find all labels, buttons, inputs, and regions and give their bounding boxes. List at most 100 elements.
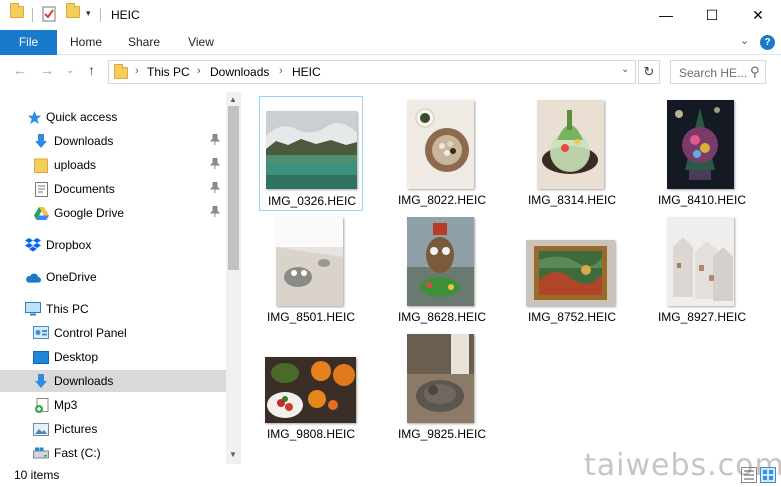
file-name: IMG_9825.HEIC bbox=[397, 427, 487, 441]
back-button[interactable]: ← bbox=[13, 62, 27, 78]
address-bar[interactable]: › This PC › Downloads › HEIC ⌄ bbox=[108, 60, 636, 84]
pin-icon[interactable] bbox=[209, 181, 221, 196]
breadcrumb-separator: › bbox=[197, 65, 201, 77]
ribbon-tabs: File Home Share View ⌄ ? bbox=[0, 30, 781, 55]
file-thumbnail bbox=[266, 111, 357, 189]
file-thumbnail bbox=[537, 100, 604, 189]
sidebar-item-label: Fast (C:) bbox=[54, 446, 101, 460]
sidebar-item-mp3[interactable]: Mp3 bbox=[0, 394, 226, 416]
folder-icon bbox=[33, 157, 49, 173]
tab-share[interactable]: Share bbox=[120, 30, 168, 55]
file-name: IMG_8410.HEIC bbox=[657, 193, 747, 207]
tab-home[interactable]: Home bbox=[62, 30, 110, 55]
sidebar-item-label: Dropbox bbox=[46, 238, 92, 252]
sidebar-item-downloads-pinned[interactable]: Downloads bbox=[0, 130, 226, 152]
pin-icon[interactable] bbox=[209, 157, 221, 172]
file-item[interactable]: IMG_8628.HEIC bbox=[390, 213, 494, 328]
breadcrumb-downloads[interactable]: Downloads bbox=[210, 65, 269, 79]
file-thumbnail bbox=[667, 100, 734, 189]
up-button[interactable]: ↑ bbox=[88, 62, 95, 78]
file-item[interactable]: IMG_8752.HEIC bbox=[520, 213, 624, 328]
download-arrow-icon bbox=[33, 373, 49, 389]
pin-icon[interactable] bbox=[209, 205, 221, 220]
breadcrumb-separator: › bbox=[279, 65, 283, 77]
help-icon[interactable]: ? bbox=[760, 35, 775, 50]
sidebar-item-downloads[interactable]: Downloads bbox=[0, 370, 226, 392]
refresh-button[interactable]: ↻ bbox=[638, 60, 660, 84]
cloud-icon bbox=[25, 269, 41, 285]
sidebar-item-this-pc[interactable]: This PC bbox=[0, 298, 226, 320]
recent-locations-button[interactable]: ⌄ bbox=[66, 65, 74, 76]
sidebar-item-pictures[interactable]: Pictures bbox=[0, 418, 226, 440]
details-view-icon[interactable] bbox=[741, 467, 757, 483]
control-panel-icon bbox=[33, 325, 49, 341]
sidebar-item-uploads[interactable]: uploads bbox=[0, 154, 226, 176]
sidebar-item-dropbox[interactable]: Dropbox bbox=[0, 234, 226, 256]
customize-toolbar-icon[interactable]: ▾ bbox=[86, 8, 91, 19]
file-list: IMG_0326.HEIC IMG_8022.HEIC IMG_8314.HEI… bbox=[243, 92, 781, 464]
file-item[interactable]: IMG_9825.HEIC bbox=[390, 330, 494, 445]
sidebar-item-label: Google Drive bbox=[54, 206, 125, 220]
folder-icon[interactable] bbox=[10, 3, 24, 18]
file-item[interactable]: IMG_8501.HEIC bbox=[259, 213, 363, 328]
breadcrumb-heic[interactable]: HEIC bbox=[292, 65, 321, 79]
breadcrumb-separator: › bbox=[135, 65, 139, 77]
file-name: IMG_0326.HEIC bbox=[267, 194, 357, 208]
drive-icon bbox=[33, 445, 49, 461]
breadcrumb-this-pc[interactable]: This PC bbox=[147, 65, 190, 79]
file-thumbnail bbox=[407, 100, 474, 189]
sidebar-item-quick-access[interactable]: Quick access bbox=[0, 106, 226, 128]
sidebar-item-label: Pictures bbox=[54, 422, 98, 436]
chevron-down-icon[interactable]: ⌄ bbox=[740, 34, 749, 47]
file-item[interactable]: IMG_8927.HEIC bbox=[650, 213, 754, 328]
title-bar: ▾ HEIC — ☐ ✕ bbox=[0, 0, 781, 30]
folder-icon bbox=[114, 64, 128, 79]
download-arrow-icon bbox=[33, 133, 49, 149]
sidebar-scrollbar[interactable]: ▲ ▼ bbox=[226, 92, 241, 464]
properties-icon[interactable] bbox=[42, 6, 56, 22]
scrollbar-thumb[interactable] bbox=[228, 106, 239, 270]
file-name: IMG_8501.HEIC bbox=[266, 310, 356, 324]
file-item[interactable]: IMG_8314.HEIC bbox=[520, 96, 624, 211]
file-item[interactable]: IMG_8022.HEIC bbox=[390, 96, 494, 211]
navigation-pane: Quick access Downloads uploads Documents bbox=[0, 92, 226, 464]
sidebar-item-desktop[interactable]: Desktop bbox=[0, 346, 226, 368]
search-input[interactable]: Search HE... ⚲ bbox=[670, 60, 766, 84]
chevron-down-icon[interactable]: ⌄ bbox=[621, 64, 629, 75]
tab-file[interactable]: File bbox=[0, 30, 57, 55]
tab-view[interactable]: View bbox=[177, 30, 225, 55]
file-thumbnail bbox=[526, 240, 615, 306]
scroll-up-arrow[interactable]: ▲ bbox=[229, 95, 237, 104]
sidebar-item-label: This PC bbox=[46, 302, 89, 316]
file-thumbnail bbox=[407, 334, 474, 423]
item-count: 10 items bbox=[14, 468, 60, 482]
navigation-bar: ← → ⌄ ↑ › This PC › Downloads › HEIC ⌄ ↻… bbox=[0, 56, 781, 88]
dropbox-icon bbox=[25, 237, 41, 253]
sidebar-item-fast-c[interactable]: Fast (C:) bbox=[0, 442, 226, 464]
sidebar-item-label: OneDrive bbox=[46, 270, 97, 284]
minimize-button[interactable]: — bbox=[643, 0, 689, 30]
maximize-button[interactable]: ☐ bbox=[689, 0, 735, 30]
sidebar-item-documents[interactable]: Documents bbox=[0, 178, 226, 200]
sidebar-item-control-panel[interactable]: Control Panel bbox=[0, 322, 226, 344]
music-icon bbox=[33, 397, 49, 413]
scroll-down-arrow[interactable]: ▼ bbox=[229, 450, 237, 459]
file-thumbnail bbox=[276, 217, 343, 306]
toolbar-divider bbox=[32, 8, 33, 22]
sidebar-item-onedrive[interactable]: OneDrive bbox=[0, 266, 226, 288]
file-item[interactable]: IMG_8410.HEIC bbox=[650, 96, 754, 211]
large-icons-view-icon[interactable] bbox=[760, 467, 776, 483]
sidebar-item-google-drive[interactable]: Google Drive bbox=[0, 202, 226, 224]
file-name: IMG_8022.HEIC bbox=[397, 193, 487, 207]
google-drive-icon bbox=[33, 205, 49, 221]
document-icon bbox=[33, 181, 49, 197]
file-thumbnail bbox=[667, 217, 734, 306]
monitor-icon bbox=[25, 301, 41, 317]
forward-button[interactable]: → bbox=[40, 62, 54, 78]
file-item[interactable]: IMG_0326.HEIC bbox=[259, 96, 363, 211]
file-item[interactable]: IMG_9808.HEIC bbox=[259, 330, 363, 445]
new-folder-icon[interactable] bbox=[66, 3, 80, 18]
close-button[interactable]: ✕ bbox=[735, 0, 781, 30]
file-thumbnail bbox=[407, 217, 474, 306]
pin-icon[interactable] bbox=[209, 133, 221, 148]
